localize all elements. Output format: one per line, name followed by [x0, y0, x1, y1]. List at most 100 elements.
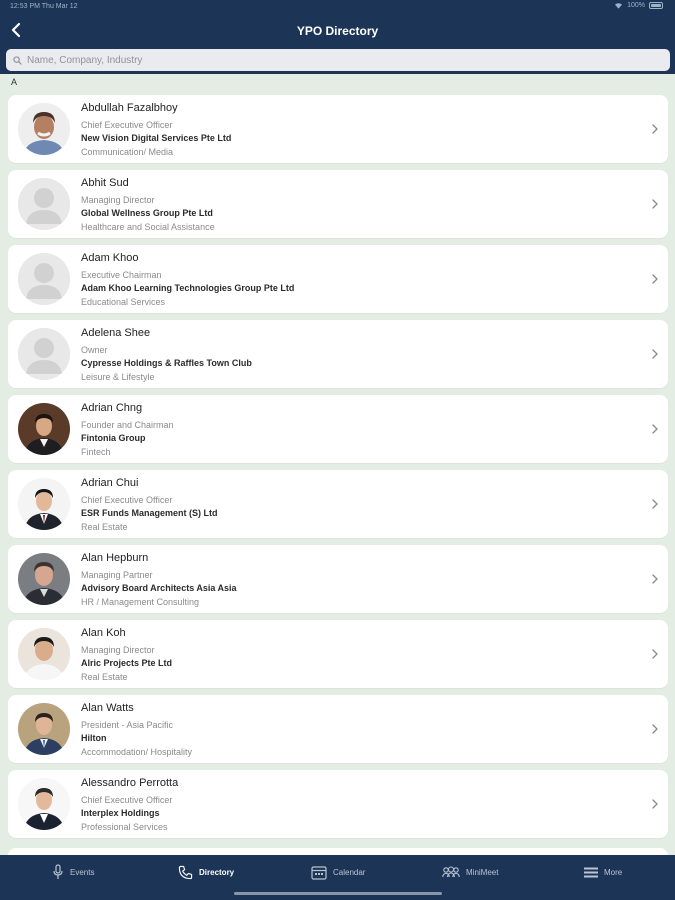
member-card[interactable]: Alan Hepburn Managing Partner Advisory B…: [8, 545, 668, 613]
member-card[interactable]: Adam Khoo Executive Chairman Adam Khoo L…: [8, 245, 668, 313]
member-photo: [18, 778, 70, 830]
member-card[interactable]: Adrian Chui Chief Executive Officer ESR …: [8, 470, 668, 538]
member-photo: [18, 553, 70, 605]
member-info: Adam Khoo Executive Chairman Adam Khoo L…: [81, 251, 621, 309]
tab-more[interactable]: More: [584, 861, 622, 883]
member-card[interactable]: Adelena Shee Owner Cypresse Holdings & R…: [8, 320, 668, 388]
member-name: Adrian Chng: [81, 402, 143, 414]
member-title: Managing Director: [81, 645, 155, 655]
member-company: Hilton: [81, 733, 107, 743]
member-photo: [18, 703, 70, 755]
member-info: Adrian Chui Chief Executive Officer ESR …: [81, 476, 621, 534]
member-company: New Vision Digital Services Pte Ltd: [81, 133, 232, 143]
member-industry: Communication/ Media: [81, 147, 174, 157]
menu-icon: [584, 867, 598, 877]
section-header-letter: A: [11, 77, 18, 87]
member-info: Alan Hepburn Managing Partner Advisory B…: [81, 551, 621, 609]
member-company: Adam Khoo Learning Technologies Group Pt…: [81, 283, 295, 293]
wifi-icon: [615, 3, 623, 9]
member-name: Alan Watts: [81, 702, 134, 714]
status-bar: 12:53 PM Thu Mar 12 100%: [0, 0, 675, 14]
member-photo: [18, 628, 70, 680]
member-name: Alan Koh: [81, 627, 126, 639]
member-card[interactable]: Alan Watts President - Asia Pacific Hilt…: [8, 695, 668, 763]
member-name: Abdullah Fazalbhoy: [81, 102, 178, 114]
member-name: Adelena Shee: [81, 327, 151, 339]
member-list: Abdullah Fazalbhoy Chief Executive Offic…: [0, 95, 675, 855]
status-time: 12:53 PM Thu Mar 12: [10, 3, 78, 10]
member-title: Founder and Chairman: [81, 420, 174, 430]
member-title: Managing Partner: [81, 570, 153, 580]
member-info: Abdullah Fazalbhoy Chief Executive Offic…: [81, 101, 621, 159]
member-title: Managing Director: [81, 195, 155, 205]
member-card[interactable]: Abdullah Fazalbhoy Chief Executive Offic…: [8, 95, 668, 163]
tab-label: MiniMeet: [466, 867, 499, 877]
member-photo: [18, 103, 70, 155]
member-card[interactable]: Adrian Chng Founder and Chairman Fintoni…: [8, 395, 668, 463]
member-company: ESR Funds Management (S) Ltd: [81, 508, 218, 518]
chevron-right-icon: [652, 499, 658, 509]
member-title: Chief Executive Officer: [81, 795, 173, 805]
tab-calendar[interactable]: Calendar: [311, 861, 365, 883]
chevron-right-icon: [652, 649, 658, 659]
nav-bar: YPO Directory: [0, 14, 675, 46]
tab-label: Calendar: [333, 867, 366, 877]
member-name: Adam Khoo: [81, 252, 139, 264]
member-photo: [18, 478, 70, 530]
chevron-right-icon: [652, 349, 658, 359]
member-company: Global Wellness Group Pte Ltd: [81, 208, 213, 218]
member-industry: Educational Services: [81, 297, 166, 307]
tab-directory[interactable]: Directory: [178, 861, 234, 883]
member-card[interactable]: Alan Koh Managing Director Alric Project…: [8, 620, 668, 688]
member-photo: [18, 403, 70, 455]
member-industry: Real Estate: [81, 522, 128, 532]
battery-percent: 100%: [627, 2, 645, 9]
chevron-right-icon: [652, 574, 658, 584]
member-industry: Real Estate: [81, 672, 128, 682]
chevron-right-icon: [652, 724, 658, 734]
chevron-right-icon: [652, 274, 658, 284]
member-company: Interplex Holdings: [81, 808, 160, 818]
member-info: Abhit Sud Managing Director Global Welln…: [81, 176, 621, 234]
chevron-right-icon: [652, 799, 658, 809]
member-company: Fintonia Group: [81, 433, 146, 443]
member-title: Chief Executive Officer: [81, 495, 173, 505]
member-company: Alric Projects Pte Ltd: [81, 658, 173, 668]
member-industry: Professional Services: [81, 822, 168, 832]
member-card[interactable]: Abhit Sud Managing Director Global Welln…: [8, 170, 668, 238]
search-input[interactable]: [27, 54, 647, 66]
member-title: President - Asia Pacific: [81, 720, 174, 730]
member-info: Alessandro Perrotta Chief Executive Offi…: [81, 776, 621, 834]
member-card-partial[interactable]: [8, 848, 668, 855]
member-company: Advisory Board Architects Asia Asia: [81, 583, 237, 593]
tab-minimeet[interactable]: MiniMeet: [442, 861, 498, 883]
status-right: 100%: [614, 2, 663, 9]
avatar-placeholder-icon: [18, 328, 70, 380]
avatar-placeholder-icon: [18, 253, 70, 305]
member-name: Alessandro Perrotta: [81, 777, 179, 789]
search-field[interactable]: [6, 49, 670, 71]
member-info: Adelena Shee Owner Cypresse Holdings & R…: [81, 326, 621, 384]
tab-label: Directory: [199, 867, 235, 877]
calendar-icon: [311, 865, 327, 880]
member-industry: Accommodation/ Hospitality: [81, 747, 193, 757]
member-name: Adrian Chui: [81, 477, 139, 489]
member-industry: Healthcare and Social Assistance: [81, 222, 215, 232]
member-industry: HR / Management Consulting: [81, 597, 200, 607]
phone-icon: [178, 865, 193, 879]
group-icon: [442, 866, 460, 878]
member-card[interactable]: Alessandro Perrotta Chief Executive Offi…: [8, 770, 668, 838]
home-indicator[interactable]: [234, 892, 442, 895]
tab-events[interactable]: Events: [52, 861, 94, 883]
member-name: Abhit Sud: [81, 177, 129, 189]
tab-bar: Events Directory Calendar MiniMeet More: [0, 855, 675, 900]
avatar-placeholder-icon: [18, 178, 70, 230]
chevron-right-icon: [652, 124, 658, 134]
member-info: Adrian Chng Founder and Chairman Fintoni…: [81, 401, 621, 459]
member-name: Alan Hepburn: [81, 552, 149, 564]
member-info: Alan Watts President - Asia Pacific Hilt…: [81, 701, 621, 759]
battery-icon: [649, 2, 663, 9]
member-industry: Fintech: [81, 447, 111, 457]
member-industry: Leisure & Lifestyle: [81, 372, 155, 382]
member-title: Chief Executive Officer: [81, 120, 173, 130]
